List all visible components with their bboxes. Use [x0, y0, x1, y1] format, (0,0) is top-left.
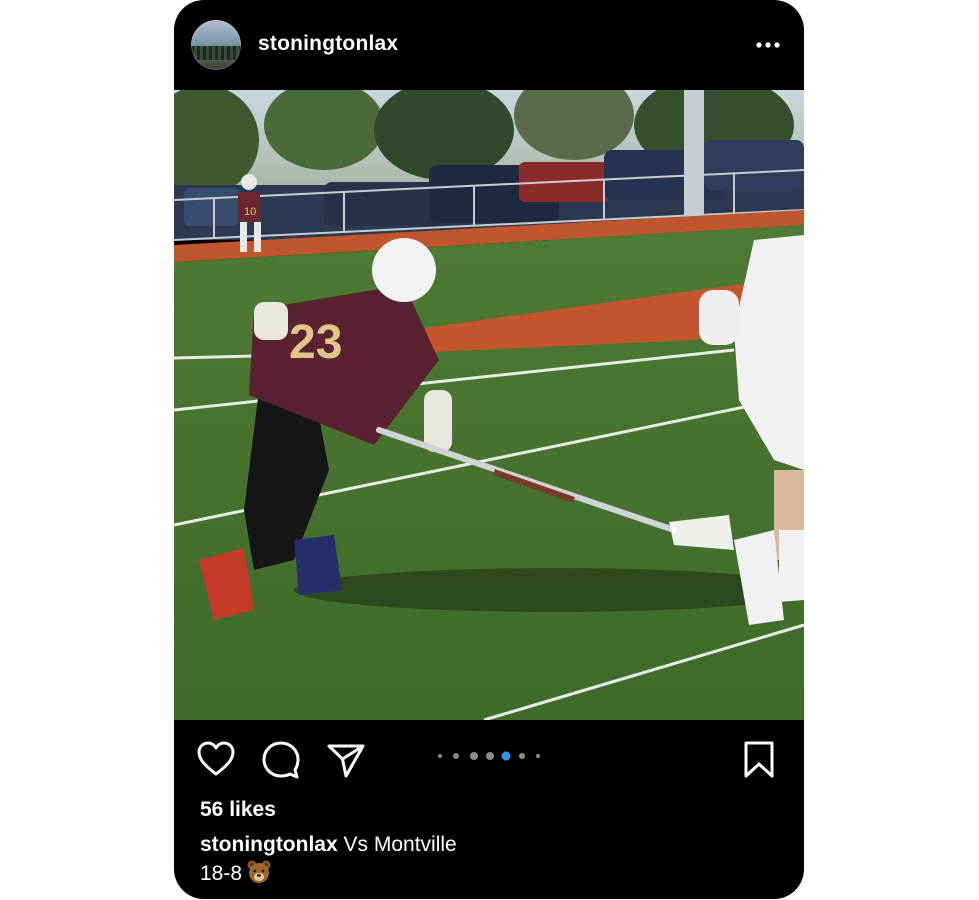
post-caption: stoningtonlax Vs Montville 18-8: [200, 830, 780, 888]
post-card: stoningtonlax 10 23 56 likes stoningtonl…: [174, 0, 804, 899]
caption-username[interactable]: stoningtonlax: [200, 833, 338, 856]
svg-text:23: 23: [289, 316, 342, 369]
avatar[interactable]: [191, 20, 241, 70]
post-photo[interactable]: 10 23: [174, 90, 804, 720]
paper-plane-icon[interactable]: [326, 740, 366, 780]
carousel-dots: [438, 751, 540, 761]
post-header: stoningtonlax: [174, 0, 804, 90]
post-username[interactable]: stoningtonlax: [258, 32, 398, 56]
more-horizontal-icon[interactable]: [754, 36, 784, 54]
light-pole: [684, 90, 704, 215]
bear-face-icon: [247, 860, 271, 883]
likes-count[interactable]: 56 likes: [200, 798, 276, 822]
caption-text: Vs Montville: [337, 833, 457, 856]
heart-icon[interactable]: [196, 740, 236, 780]
caption-score: 18-8: [200, 862, 243, 885]
svg-text:10: 10: [244, 206, 256, 218]
bookmark-icon[interactable]: [739, 740, 779, 780]
action-bar: [174, 720, 804, 800]
comment-bubble-icon[interactable]: [261, 740, 301, 780]
